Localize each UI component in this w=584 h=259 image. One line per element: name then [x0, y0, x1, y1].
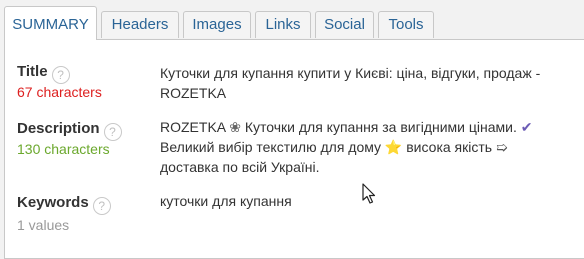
- description-label: Description: [17, 120, 100, 137]
- title-value: Куточки для купання купити у Києві: ціна…: [160, 63, 574, 103]
- help-icon[interactable]: ?: [51, 66, 70, 84]
- help-icon[interactable]: ?: [92, 197, 111, 215]
- tab-summary[interactable]: SUMMARY: [4, 6, 97, 40]
- description-label-group: Description?: [17, 119, 122, 141]
- title-label: Title: [17, 63, 48, 80]
- title-char-count: 67 characters: [17, 84, 102, 100]
- title-label-group: Title?: [17, 62, 70, 84]
- title-value-line-2: ROZETKA: [160, 85, 227, 101]
- description-value: ROZETKA ❀ Куточки для купання за вигідни…: [160, 117, 574, 177]
- description-text: висока якість: [402, 139, 496, 155]
- description-text: Великий вибір текстилю для дому: [160, 139, 385, 155]
- tab-bar: SUMMARY Headers Images Links Social Tool…: [0, 0, 584, 40]
- arrow-icon: ➯: [495, 139, 508, 155]
- keywords-label: Keywords: [17, 194, 89, 211]
- check-icon: ✔: [520, 119, 533, 135]
- tab-tools[interactable]: Tools: [378, 11, 434, 38]
- tab-links[interactable]: Links: [255, 11, 311, 38]
- description-char-count: 130 characters: [17, 141, 110, 157]
- description-text: Куточки для купання за вигідними цінами.: [240, 119, 521, 135]
- description-text: ROZETKA: [160, 119, 230, 135]
- tab-images[interactable]: Images: [183, 11, 251, 38]
- tab-headers[interactable]: Headers: [101, 11, 179, 38]
- help-icon[interactable]: ?: [103, 123, 122, 141]
- keywords-label-group: Keywords?: [17, 193, 111, 215]
- keywords-count: 1 values: [17, 217, 70, 233]
- star-icon: ⭐: [384, 139, 403, 155]
- flower-icon: ❀: [229, 119, 241, 135]
- mouse-cursor-icon: [362, 183, 376, 204]
- description-text: доставка по всій Україні.: [160, 159, 320, 175]
- title-value-line-1: Куточки для купання купити у Києві: ціна…: [160, 65, 541, 81]
- tab-social[interactable]: Social: [315, 11, 374, 38]
